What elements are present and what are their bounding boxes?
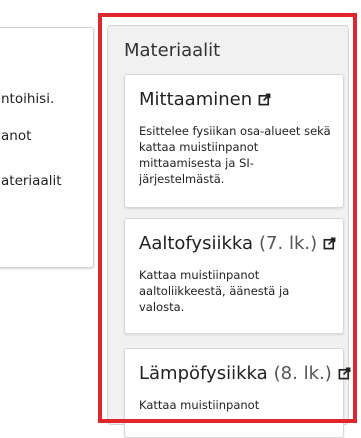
highlight-frame [98, 13, 357, 423]
left-card-text: anot [1, 128, 32, 144]
left-card-text: ateriaalit [1, 173, 62, 189]
left-card-text: ntoihisi. [1, 91, 55, 107]
left-content-card: ntoihisi. anot ateriaalit [0, 27, 94, 268]
